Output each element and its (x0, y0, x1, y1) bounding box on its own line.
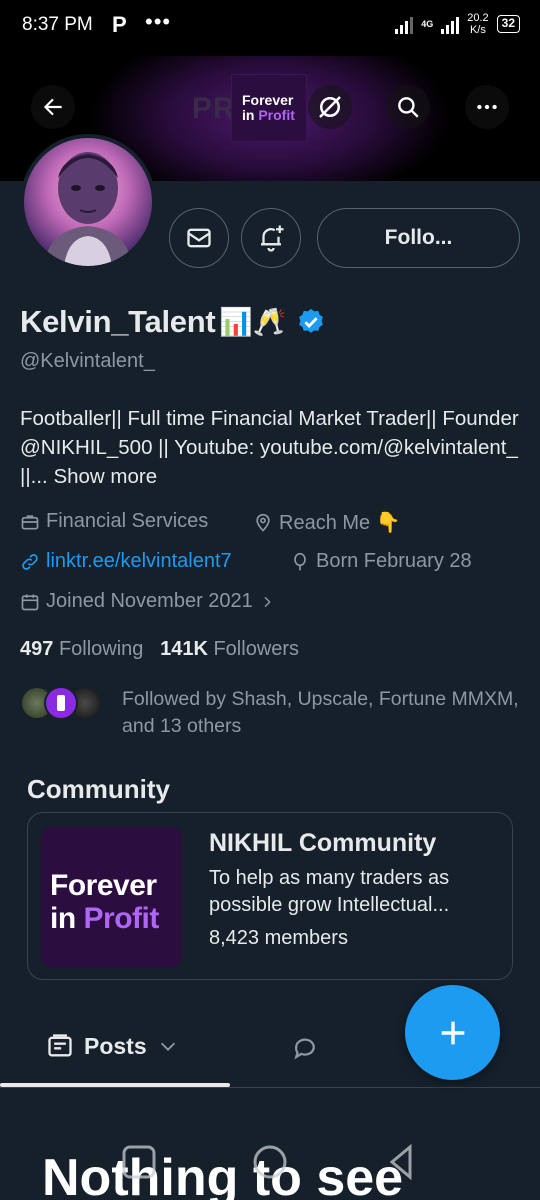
battery-icon: 32 (496, 15, 520, 33)
bio: Footballer|| Full time Financial Market … (20, 407, 519, 488)
search-icon (398, 97, 419, 118)
show-more-link[interactable]: Show more (53, 465, 157, 488)
joined-row[interactable]: Joined November 2021 (20, 590, 275, 613)
plus-icon (441, 1021, 464, 1044)
followed-by-avatars[interactable] (20, 686, 102, 720)
category-row: Financial Services (20, 510, 208, 533)
envelope-icon (187, 228, 211, 248)
community-description: To help as many traders as possible grow… (209, 867, 450, 916)
status-bar: 8:37 PM P ••• 4G 20.2 K/s 32 (0, 0, 540, 56)
reply-bubble-icon (294, 1038, 315, 1060)
signal-icon-2 (441, 14, 460, 34)
grok-icon (319, 96, 341, 118)
more-notifications-icon: ••• (145, 9, 172, 34)
chevron-down-icon (160, 1042, 175, 1051)
verified-badge-icon[interactable] (296, 307, 326, 337)
tab-divider (0, 1087, 540, 1088)
following-stat[interactable]: 497 Following (20, 638, 143, 660)
avatar (44, 686, 78, 720)
banner-logo: Forever in Profit (231, 74, 307, 142)
birthday-row: Born February 28 (290, 550, 472, 573)
community-members: 8,423 members (209, 927, 348, 949)
status-time: 8:37 PM (22, 14, 93, 35)
search-button[interactable] (386, 85, 430, 129)
signal-icon (395, 14, 414, 34)
back-button[interactable] (31, 85, 75, 129)
location-row: Reach Me 👇 (253, 510, 401, 535)
handle: @Kelvintalent_ (20, 350, 155, 372)
community-title: NIKHIL Community (209, 829, 437, 857)
back-arrow-icon (43, 98, 62, 116)
calendar-icon (21, 594, 39, 610)
website-row[interactable]: linktr.ee/kelvintalent7 (20, 550, 232, 573)
empty-state-title: Nothing to see (42, 1149, 404, 1200)
avatar-image (24, 138, 152, 266)
avatar[interactable] (20, 134, 156, 270)
network-type: 4G (421, 18, 434, 29)
chevron-right-icon (264, 596, 271, 607)
more-options-button[interactable] (465, 85, 509, 129)
followers-stat[interactable]: 141K Followers (160, 638, 299, 660)
location-pin-icon (256, 513, 270, 532)
follow-button[interactable]: Follo... (317, 208, 520, 268)
compose-button[interactable] (405, 985, 500, 1080)
tab-replies[interactable] (290, 1032, 320, 1067)
name-emojis: 📊🥂 (219, 307, 287, 337)
tab-posts[interactable]: Posts (46, 1032, 179, 1060)
message-button[interactable] (169, 208, 229, 268)
app-notification-icon: P (112, 12, 127, 37)
notify-button[interactable] (241, 208, 301, 268)
bell-plus-icon (261, 225, 284, 252)
status-indicators: 4G 20.2 K/s 32 (395, 12, 520, 36)
community-card[interactable]: Forever in Profit NIKHIL Community To he… (27, 812, 513, 980)
display-name: Kelvin_Talent 📊🥂 (20, 304, 326, 340)
follow-stats: 497 Following 141K Followers (20, 638, 299, 661)
grok-button[interactable] (308, 85, 352, 129)
community-heading: Community (27, 774, 170, 804)
link-icon (22, 553, 38, 570)
banner-faded-text: PR (192, 92, 236, 125)
community-image: Forever in Profit (41, 827, 182, 967)
website-link[interactable]: linktr.ee/kelvintalent7 (46, 550, 232, 573)
more-horizontal-icon (477, 104, 497, 110)
briefcase-icon (21, 514, 39, 529)
followed-by-text[interactable]: Followed by Shash, Upscale, Fortune MMXM… (122, 686, 522, 740)
posts-icon (48, 1034, 72, 1057)
network-speed: 20.2 K/s (467, 12, 489, 36)
balloon-icon (294, 552, 306, 570)
